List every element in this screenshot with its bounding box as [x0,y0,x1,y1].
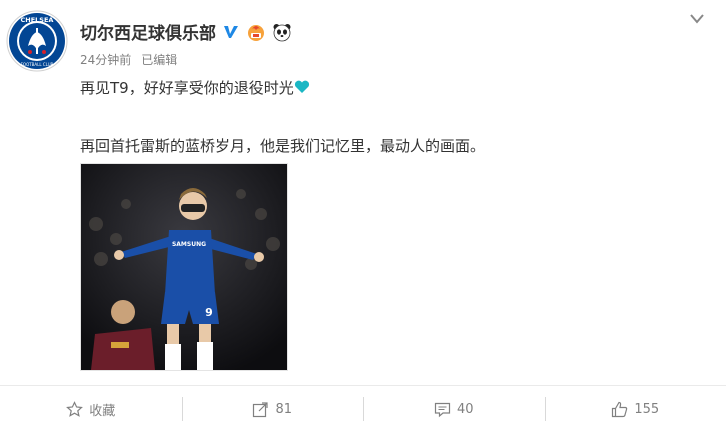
repost-button[interactable]: 81 [181,386,364,433]
post-text-line2: 再回首托雷斯的蓝桥岁月，他是我们记忆里，最动人的画面。 [80,137,486,155]
edited-label[interactable]: 已编辑 [141,53,177,67]
share-icon [253,402,269,418]
thumbs-up-icon [612,401,628,418]
post-text: 再见T9，好好享受你的退役时光 [80,79,294,97]
favorite-label: 收藏 [89,404,116,419]
avatar-text-top: CHELSEA [21,16,54,24]
post-time[interactable]: 24分钟前 [80,53,131,67]
chelsea-crest: CHELSEA FOOTBALL CLUB [6,10,68,72]
like-button[interactable]: 155 [544,386,726,433]
post-photo[interactable]: SAMSUNG 9 [80,163,288,371]
star-icon [66,401,84,417]
post-text-line1: 再见T9，好好享受你的退役时光 [80,77,310,98]
heart-icon [294,80,309,93]
player-photo: SAMSUNG 9 [81,164,287,370]
avatar[interactable]: CHELSEA FOOTBALL CLUB [6,10,68,72]
repost-count: 81 [275,402,293,417]
author-row: 切尔西足球俱乐部 [80,19,292,44]
avatar-text-bottom: FOOTBALL CLUB [21,62,54,67]
shirt-number: 9 [205,306,213,319]
author-name[interactable]: 切尔西足球俱乐部 [80,19,216,44]
chevron-down-icon[interactable] [689,12,705,26]
favorite-button[interactable]: 收藏 [0,386,182,433]
post-meta: 24分钟前 已编辑 [80,51,187,68]
like-count: 155 [634,402,660,417]
comment-button[interactable]: 40 [363,386,545,433]
verified-icon[interactable] [222,23,240,41]
flame-emoji-icon [248,24,264,41]
comment-count: 40 [456,402,474,417]
action-bar: 收藏 81 40 155 [0,386,726,433]
panda-emoji-icon [273,23,291,41]
jersey-sponsor: SAMSUNG [172,241,206,248]
comment-icon [434,402,451,418]
